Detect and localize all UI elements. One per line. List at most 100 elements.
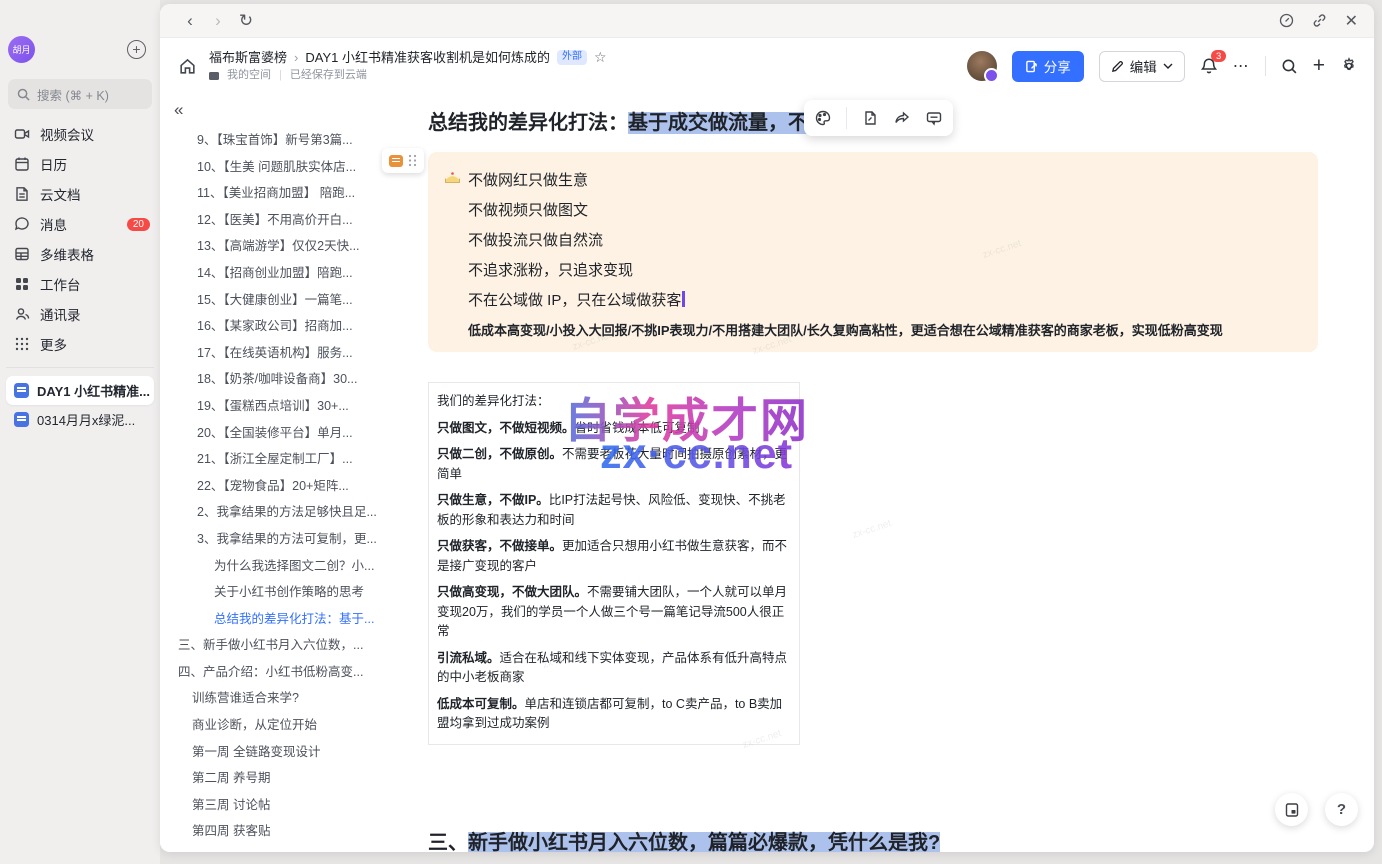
collaborator-avatar[interactable]: [967, 51, 997, 81]
block-hover-controls: [382, 148, 424, 173]
window-toolbar: ‹ › ↻ ✕: [160, 4, 1374, 38]
doc-body: « 9、【珠宝首饰】新号第3篇... 10、【生美 问题肌肤实体店... 11、…: [160, 94, 1374, 852]
add-icon[interactable]: +: [127, 40, 146, 59]
outline-item[interactable]: 2、我拿结果的方法足够快且足...: [164, 499, 422, 526]
sidebar-item-contacts[interactable]: 通讯录: [0, 299, 160, 329]
search-input[interactable]: 搜索 (⌘ + K): [8, 79, 152, 109]
outline-item[interactable]: 21、【浙江全屋定制工厂】...: [164, 446, 422, 473]
section-heading-2: 三、新手做小红书月入六位数，篇篇必爆款，凭什么是我?: [428, 826, 940, 852]
outline-item[interactable]: 训练营谁适合来学?: [164, 685, 422, 712]
outline-item[interactable]: 关于小红书创作策略的思考: [164, 579, 422, 606]
outline-item[interactable]: 第四周 获客贴: [164, 818, 422, 845]
home-icon[interactable]: [178, 57, 197, 76]
drag-handle-icon[interactable]: [408, 154, 417, 167]
watermark-site-url: zx·cc.net: [600, 430, 793, 479]
app-sidebar: 胡月 + 搜索 (⌘ + K) 视频会议 日历 云文档 消息 20 多维表格: [0, 0, 160, 864]
outline-item[interactable]: 14、【招商创业加盟】陪跑...: [164, 260, 422, 287]
box-item: 只做生意，不做IP。比IP打法起号快、风险低、变现快、不挑老板的形象和表达力和时…: [437, 491, 791, 530]
copy-link-doc-icon[interactable]: [861, 109, 879, 127]
outline-item[interactable]: 17、【在线英语机构】服务...: [164, 340, 422, 367]
box-item: 引流私域。适合在私域和线下实体变现，产品体系有低升高特点的中小老板商家: [437, 649, 791, 688]
space-name[interactable]: 我的空间: [227, 69, 271, 83]
notifications-button[interactable]: 3: [1200, 57, 1218, 75]
outline-item[interactable]: 3、我拿结果的方法可复制，更...: [164, 526, 422, 553]
callout-block[interactable]: 不做网红只做生意 不做视频只做图文 不做投流只做自然流 不追求涨粉，只追求变现 …: [428, 152, 1318, 352]
copy-link-icon[interactable]: [1312, 13, 1327, 28]
callout-line: 不做网红只做生意: [468, 166, 1300, 196]
outline-item[interactable]: 19、【蛋糕西点培训】30+...: [164, 393, 422, 420]
pinned-doc-0314[interactable]: 0314月月x绿泥...: [6, 405, 154, 434]
breadcrumb-root[interactable]: 福布斯富婆榜: [209, 50, 287, 66]
edit-button[interactable]: 编辑: [1099, 51, 1185, 82]
outline-item[interactable]: 为什么我选择图文二创？小...: [164, 553, 422, 580]
sidebar-item-messages[interactable]: 消息 20: [0, 209, 160, 239]
outline-item[interactable]: 16、【某家政公司】招商加...: [164, 313, 422, 340]
video-camera-icon: [14, 126, 30, 142]
document-window: ‹ › ↻ ✕ 福布斯富婆榜 › DAY1 小红书精准获客收割机是如何炼成的 外…: [160, 4, 1374, 852]
share-arrow-icon[interactable]: [893, 109, 911, 127]
more-actions-icon[interactable]: ⋯: [1233, 56, 1250, 76]
calendar-icon: [14, 156, 30, 172]
outline-item[interactable]: 商业诊断，从定位开始: [164, 712, 422, 739]
outline-panel-button[interactable]: [1275, 793, 1308, 826]
outline-item[interactable]: 22、【宠物食品】20+矩阵...: [164, 473, 422, 500]
space-icon: [209, 72, 219, 80]
outline-item[interactable]: 12、【医美】不用高价开白...: [164, 207, 422, 234]
collapse-outline-icon[interactable]: «: [174, 100, 183, 120]
sidebar-item-base-table[interactable]: 多维表格: [0, 239, 160, 269]
outline-item[interactable]: 第二周 养号期: [164, 765, 422, 792]
selection-toolbar: [804, 100, 953, 136]
outline-item[interactable]: 第三周 讨论帖: [164, 792, 422, 819]
forward-icon[interactable]: ›: [204, 11, 232, 31]
text-cursor: [682, 291, 685, 307]
refresh-icon[interactable]: ↻: [232, 11, 260, 31]
sidebar-item-more[interactable]: 更多: [0, 329, 160, 359]
gear-icon[interactable]: [1340, 57, 1358, 75]
workbench-icon: [14, 276, 30, 292]
sidebar-item-calendar[interactable]: 日历: [0, 149, 160, 179]
outline-item[interactable]: 13、【高端游学】仅仅2天快...: [164, 233, 422, 260]
outline-item[interactable]: 四、产品介绍：小红书低粉高变...: [164, 659, 422, 686]
style-palette-icon[interactable]: [814, 109, 832, 127]
callout-line: 不在公域做 IP，只在公域做获客: [468, 286, 1300, 316]
outline-item[interactable]: 第一周 全链路变现设计: [164, 739, 422, 766]
more-grid-icon: [14, 336, 30, 352]
pinned-docs: DAY1 小红书精准... 0314月月x绿泥...: [6, 367, 154, 434]
comment-icon[interactable]: [925, 109, 943, 127]
search-icon[interactable]: [1281, 58, 1298, 75]
user-avatar[interactable]: 胡月: [8, 36, 35, 63]
table-grid-icon: [14, 246, 30, 262]
callout-line: 不追求涨粉，只追求变现: [468, 256, 1300, 286]
search-placeholder: 搜索 (⌘ + K): [37, 85, 109, 104]
chevron-down-icon: [1163, 63, 1173, 69]
new-doc-icon[interactable]: +: [1313, 57, 1325, 75]
box-item: 只做高变现，不做大团队。不需要铺大团队，一个人就可以单月变现20万，我们的学员一…: [437, 583, 791, 642]
cloud-doc-icon: [14, 186, 30, 202]
outline-item-active[interactable]: 总结我的差异化打法：基于...: [164, 606, 422, 633]
outline-item[interactable]: 三、新手做小红书月入六位数，...: [164, 632, 422, 659]
close-icon[interactable]: ✕: [1345, 11, 1358, 31]
doc-content: 总结我的差异化打法：基于成交做流量，不做爆款 不做网红只做生意 不做视频只做图文…: [422, 94, 1374, 852]
sidebar-item-workbench[interactable]: 工作台: [0, 269, 160, 299]
back-icon[interactable]: ‹: [176, 11, 204, 31]
outline-item[interactable]: 20、【全国装修平台】单月...: [164, 420, 422, 447]
sidebar-item-video-meeting[interactable]: 视频会议: [0, 119, 160, 149]
compass-icon[interactable]: [1279, 13, 1294, 28]
notification-badge: 3: [1211, 50, 1225, 62]
outline-item[interactable]: 11、【美业招商加盟】 陪跑...: [164, 180, 422, 207]
help-button[interactable]: ?: [1325, 793, 1358, 826]
external-badge: 外部: [557, 50, 587, 66]
outline-item[interactable]: 18、【奶茶/咖啡设备商】30...: [164, 366, 422, 393]
share-button[interactable]: 分享: [1012, 51, 1084, 82]
doc-file-icon: [14, 383, 29, 398]
callout-line: 不做视频只做图文: [468, 196, 1300, 226]
doc-title[interactable]: DAY1 小红书精准获客收割机是如何炼成的: [305, 50, 550, 66]
callout-line: 不做投流只做自然流: [468, 226, 1300, 256]
cake-emoji-icon[interactable]: [443, 168, 462, 187]
share-doc-icon: [1025, 60, 1038, 73]
pinned-doc-day1[interactable]: DAY1 小红书精准...: [6, 376, 154, 405]
emoji-picker-icon[interactable]: [389, 155, 403, 167]
star-icon[interactable]: ☆: [594, 49, 607, 67]
sidebar-item-cloud-docs[interactable]: 云文档: [0, 179, 160, 209]
outline-item[interactable]: 15、【大健康创业】一篇笔...: [164, 287, 422, 314]
